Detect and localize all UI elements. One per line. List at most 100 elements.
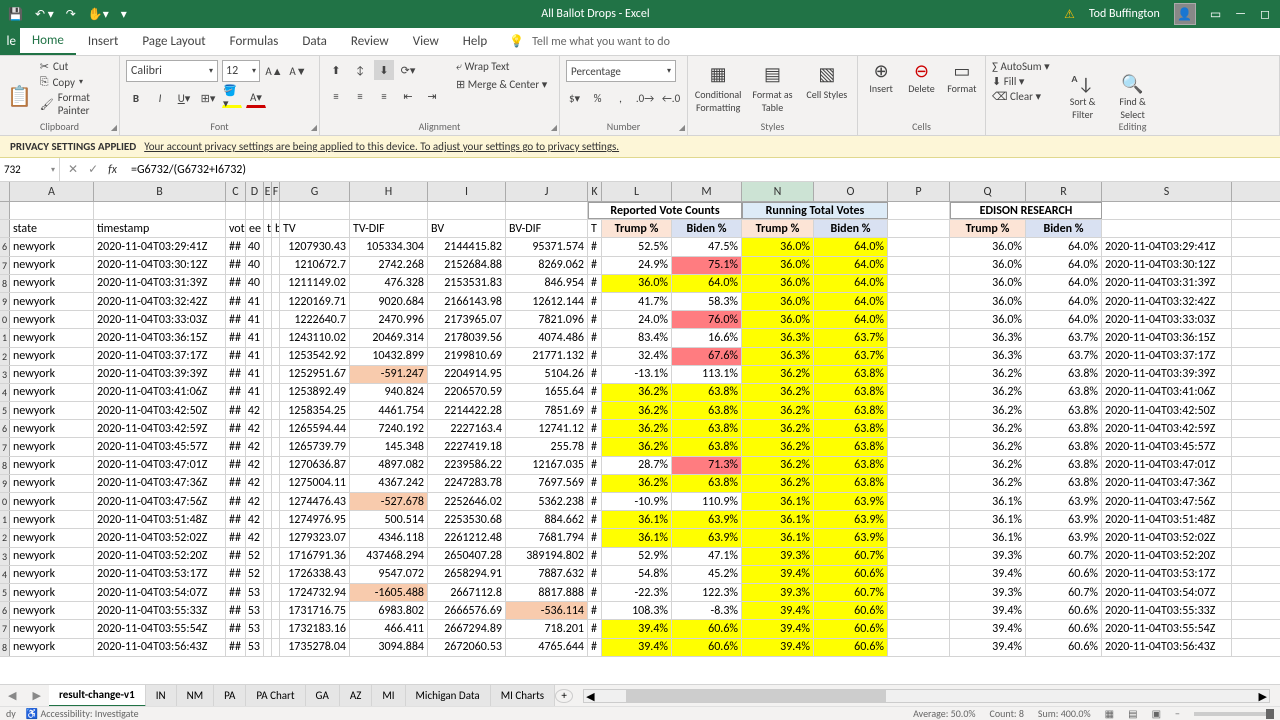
cell[interactable]: 36.1% [742,511,814,528]
cell[interactable]: ## [226,584,246,601]
sheet-nav-next-icon[interactable]: ▶ [24,689,48,702]
cell[interactable]: 2667294.89 [428,620,506,637]
cell[interactable] [272,511,280,528]
cell[interactable]: newyork [10,311,94,328]
cell[interactable]: newyork [10,584,94,601]
cell[interactable]: ## [226,238,246,255]
cell[interactable]: 2020-11-04T03:41:06Z [1102,384,1232,401]
cell[interactable]: 2020-11-04T03:31:39Z [94,275,226,292]
cell[interactable]: # [588,602,602,619]
cell[interactable] [272,293,280,310]
cell[interactable]: 7851.69 [506,402,588,419]
cell[interactable]: 41 [246,293,264,310]
cell[interactable]: 2020-11-04T03:42:59Z [1102,420,1232,437]
cell[interactable] [264,493,272,510]
cell[interactable] [272,602,280,619]
cell[interactable]: ## [226,457,246,474]
cell[interactable]: 2666576.69 [428,602,506,619]
cell[interactable]: -527.678 [350,493,428,510]
cell[interactable]: -8.3% [672,602,742,619]
row-header[interactable]: 2 [0,529,10,546]
cell[interactable] [888,602,950,619]
increase-decimal-icon[interactable]: .0→ [635,88,655,108]
cell[interactable] [272,639,280,656]
cell[interactable]: 113.1% [672,366,742,383]
cell[interactable] [272,620,280,637]
cell[interactable] [272,402,280,419]
sheet-tab[interactable]: Michigan Data [406,685,491,707]
cell[interactable]: 64.0% [1026,257,1102,274]
cell[interactable]: 63.8% [1026,384,1102,401]
cell[interactable]: 2261212.48 [428,529,506,546]
cell[interactable]: ## [226,548,246,565]
cell[interactable]: 36.2% [742,384,814,401]
cell[interactable]: 2020-11-04T03:47:36Z [94,475,226,492]
cell[interactable]: 63.8% [672,402,742,419]
cell[interactable]: 2239586.22 [428,457,506,474]
align-middle-icon[interactable]: ↕ [350,60,370,80]
cell[interactable]: 60.7% [1026,584,1102,601]
cell[interactable]: 2144415.82 [428,238,506,255]
cell[interactable]: 39.4% [950,639,1026,656]
tab-help[interactable]: Help [451,28,499,55]
row-header[interactable]: 9 [0,293,10,310]
sheet-tab[interactable]: result-change-v1 [49,685,146,707]
cell[interactable]: 2020-11-04T03:42:50Z [94,402,226,419]
add-sheet-icon[interactable]: + [555,689,573,703]
cell[interactable]: 2178039.56 [428,329,506,346]
view-break-icon[interactable]: ▣ [1152,707,1161,720]
cell[interactable]: 47.1% [672,548,742,565]
cell[interactable]: 40 [246,238,264,255]
cell[interactable]: 63.9% [1026,493,1102,510]
cell[interactable]: 12167.035 [506,457,588,474]
cell[interactable]: 7887.632 [506,566,588,583]
cell[interactable]: ## [226,602,246,619]
underline-button[interactable]: U▾ [174,88,194,108]
align-top-icon[interactable]: ⬆ [326,60,346,80]
font-name-select[interactable]: Calibri▾ [126,60,218,82]
cell[interactable]: 2199810.69 [428,348,506,365]
edison-header[interactable]: EDISON RESEARCH [950,202,1102,219]
cell[interactable]: 39.3% [950,584,1026,601]
cell[interactable]: 36.2% [602,420,672,437]
cell[interactable]: 36.2% [950,366,1026,383]
cell[interactable]: 2020-11-04T03:37:17Z [94,348,226,365]
cell[interactable]: newyork [10,366,94,383]
cell[interactable]: 718.201 [506,620,588,637]
cell[interactable]: 2020-11-04T03:47:01Z [1102,457,1232,474]
cell[interactable]: 2020-11-04T03:29:41Z [1102,238,1232,255]
cell[interactable]: 105334.304 [350,238,428,255]
sheet-tab[interactable]: MI [372,685,405,707]
cell[interactable]: 39.4% [950,566,1026,583]
cell[interactable]: 63.8% [672,384,742,401]
cell[interactable]: 36.2% [602,438,672,455]
cell[interactable]: 60.6% [1026,566,1102,583]
cell[interactable]: 9020.684 [350,293,428,310]
cell[interactable]: 7821.096 [506,311,588,328]
cell[interactable]: 63.9% [672,511,742,528]
minimize-icon[interactable]: — [1235,7,1246,21]
cell[interactable]: 53 [246,584,264,601]
cell[interactable]: 60.6% [1026,602,1102,619]
cell[interactable]: 4461.754 [350,402,428,419]
cell[interactable] [272,584,280,601]
cell[interactable]: # [588,566,602,583]
cell[interactable]: 2020-11-04T03:32:42Z [1102,293,1232,310]
cell[interactable]: # [588,329,602,346]
cell[interactable]: 2020-11-04T03:31:39Z [1102,275,1232,292]
cell[interactable]: 63.8% [814,438,888,455]
cell[interactable]: 64.0% [814,238,888,255]
cell[interactable]: 64.0% [1026,275,1102,292]
row-header[interactable]: 6 [0,602,10,619]
cell[interactable]: newyork [10,566,94,583]
maximize-icon[interactable]: ◻ [1260,7,1270,22]
percent-icon[interactable]: % [589,88,606,108]
cell[interactable]: 60.6% [814,620,888,637]
cell[interactable]: 64.0% [1026,238,1102,255]
copy-button[interactable]: ⎘Copy▾ [40,75,113,89]
cell[interactable]: 64.0% [672,275,742,292]
cell[interactable]: 36.0% [950,293,1026,310]
row-header[interactable]: 1 [0,511,10,528]
cell[interactable]: newyork [10,257,94,274]
clipboard-launcher-icon[interactable]: ◢ [111,123,117,133]
